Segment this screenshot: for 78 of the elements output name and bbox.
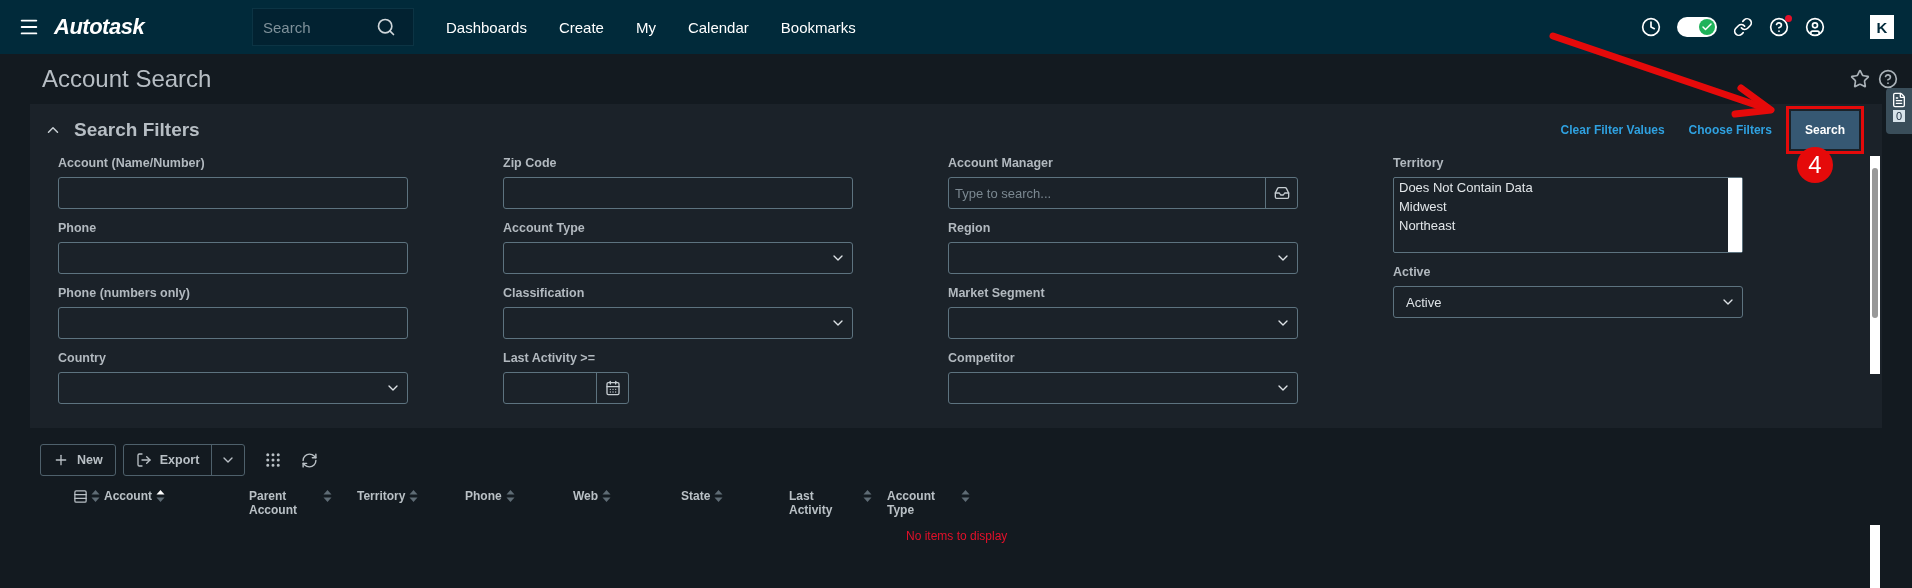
sort-icon xyxy=(91,489,100,503)
select-field[interactable] xyxy=(948,372,1298,404)
listbox[interactable]: Does Not Contain Data Midwest Northeast xyxy=(1393,177,1743,253)
field-label: Competitor xyxy=(948,351,1016,367)
check-icon xyxy=(1701,21,1713,33)
search-field[interactable]: Search xyxy=(252,8,414,46)
user-icon[interactable] xyxy=(1805,17,1825,37)
clock-icon[interactable] xyxy=(1641,17,1661,37)
field-label: Region xyxy=(948,221,992,237)
column-header[interactable]: Web xyxy=(573,489,681,503)
field-label: Country xyxy=(58,351,107,367)
panel-title: Search Filters xyxy=(74,119,201,141)
page-title: Account Search xyxy=(42,65,213,93)
scrollbar[interactable] xyxy=(1870,156,1880,374)
field-label: Last Activity >= xyxy=(503,351,596,367)
column-header[interactable]: Phone xyxy=(465,489,573,503)
field-label: Phone xyxy=(58,221,98,237)
column-header[interactable]: Account xyxy=(91,489,249,503)
field-label: Classification xyxy=(503,286,586,302)
status-toggle[interactable] xyxy=(1677,17,1717,37)
scrollbar[interactable] xyxy=(1728,178,1742,252)
new-button[interactable]: New xyxy=(40,444,116,476)
app-logo[interactable]: K xyxy=(1870,15,1894,39)
input-field[interactable] xyxy=(503,177,853,209)
field-label: Market Segment xyxy=(948,286,1046,302)
field-label: Account Type xyxy=(503,221,586,237)
empty-message: No items to display xyxy=(905,528,1009,543)
export-icon xyxy=(135,452,152,468)
link-icon[interactable] xyxy=(1733,17,1753,37)
select-field[interactable] xyxy=(503,242,853,274)
column-header[interactable]: Territory xyxy=(357,489,465,503)
nav-link[interactable]: My xyxy=(635,18,656,36)
plus-icon xyxy=(53,452,69,468)
nav-link[interactable]: Create xyxy=(558,18,604,36)
select-field[interactable]: Active xyxy=(1393,286,1743,318)
list-option[interactable]: Does Not Contain Data xyxy=(1399,180,1723,195)
refresh-icon[interactable] xyxy=(301,451,319,469)
field-label: Territory xyxy=(1393,156,1445,172)
input-field[interactable] xyxy=(58,307,408,339)
list-option[interactable]: Midwest xyxy=(1399,199,1723,214)
input-field[interactable] xyxy=(58,177,408,209)
column-header[interactable]: Last Activity xyxy=(789,489,887,517)
column-header[interactable]: State xyxy=(681,489,789,503)
field-label: Account (Name/Number) xyxy=(58,156,206,172)
filter-link[interactable]: Choose Filters xyxy=(1688,123,1772,137)
select-field[interactable] xyxy=(58,372,408,404)
scrollbar[interactable] xyxy=(1870,525,1880,588)
side-tab[interactable]: 0 xyxy=(1886,88,1912,134)
nav-link[interactable]: Dashboards xyxy=(446,18,527,36)
help-icon[interactable] xyxy=(1878,69,1898,89)
field-label: Active xyxy=(1393,265,1432,281)
nav-link[interactable]: Bookmarks xyxy=(780,18,856,36)
columns-icon[interactable] xyxy=(73,489,88,504)
count-badge: 0 xyxy=(1892,110,1906,122)
field-label: Zip Code xyxy=(503,156,558,172)
field-label: Phone (numbers only) xyxy=(58,286,191,302)
filter-link[interactable]: Clear Filter Values xyxy=(1560,123,1665,137)
star-icon[interactable] xyxy=(1850,69,1870,89)
date-field[interactable] xyxy=(503,372,629,404)
search-input[interactable]: Search xyxy=(261,17,376,37)
column-header[interactable]: Account Type xyxy=(887,489,1007,517)
lookup-field[interactable]: Type to search... xyxy=(948,177,1298,209)
column-header[interactable]: Parent Account xyxy=(249,489,357,517)
list-option[interactable]: Northeast xyxy=(1399,218,1723,233)
export-button[interactable]: Export xyxy=(123,445,213,475)
logo: Autotask xyxy=(54,14,147,40)
nav-link[interactable]: Calendar xyxy=(687,18,749,36)
search-button[interactable]: Search xyxy=(1790,111,1859,149)
text-input[interactable]: Type to search... xyxy=(949,178,1265,208)
field-label: Account Manager xyxy=(948,156,1054,172)
input-field[interactable] xyxy=(58,242,408,274)
select-field[interactable] xyxy=(948,242,1298,274)
grid-icon[interactable] xyxy=(264,451,283,469)
select-field[interactable] xyxy=(503,307,853,339)
search-icon xyxy=(376,17,396,37)
export-split-button[interactable]: Export xyxy=(122,444,246,476)
document-icon xyxy=(1891,92,1907,108)
select-field[interactable] xyxy=(948,307,1298,339)
